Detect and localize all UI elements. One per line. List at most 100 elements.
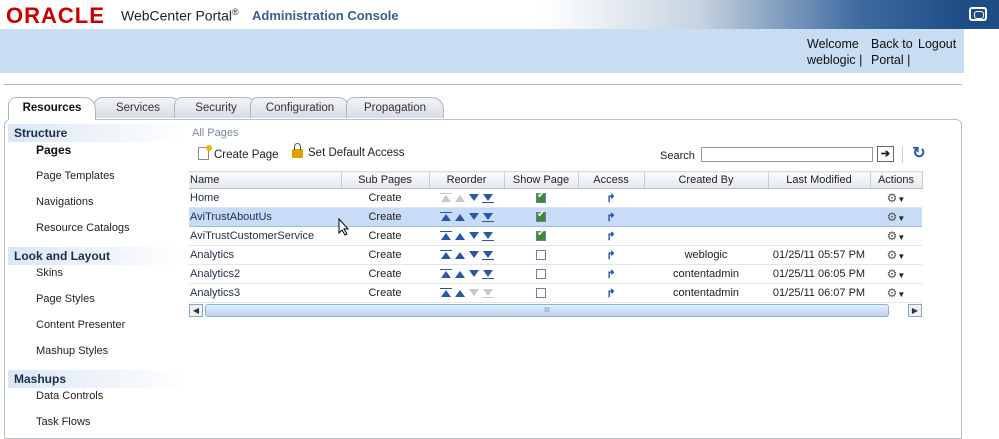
table-row[interactable]: Analytics3 Create ↱ contentadmin 01/25/1… bbox=[189, 283, 922, 303]
show-page-checkbox[interactable] bbox=[536, 269, 546, 280]
table-row[interactable]: AviTrustAboutUs Create ↱ ⚙▼ bbox=[189, 207, 922, 227]
set-default-access-button[interactable]: Set Default Access bbox=[292, 143, 405, 159]
access-arrow-icon[interactable]: ↱ bbox=[606, 193, 615, 205]
show-page-checkbox[interactable] bbox=[536, 209, 546, 223]
chevron-down-icon: ▼ bbox=[897, 214, 906, 223]
actions-menu[interactable]: ⚙▼ bbox=[870, 188, 922, 208]
nav-item-navigations[interactable]: Navigations bbox=[36, 196, 93, 208]
go-arrow-icon[interactable]: ➔ bbox=[877, 146, 894, 162]
scroll-right-button[interactable]: ▶ bbox=[908, 304, 922, 317]
nav-item-content-presenter[interactable]: Content Presenter bbox=[36, 319, 125, 331]
tab-resources[interactable]: Resources bbox=[8, 97, 96, 120]
last-modified bbox=[768, 207, 870, 227]
column-header-created-by[interactable]: Created By bbox=[644, 171, 769, 189]
column-header-actions[interactable]: Actions bbox=[870, 171, 923, 189]
access-arrow-icon[interactable]: ↱ bbox=[606, 231, 615, 243]
actions-menu[interactable]: ⚙▼ bbox=[870, 283, 922, 303]
logout-link[interactable]: Logout bbox=[918, 36, 956, 52]
tab-security[interactable]: Security bbox=[174, 97, 258, 118]
move-bottom-icon[interactable] bbox=[481, 250, 494, 261]
nav-item-page-templates[interactable]: Page Templates bbox=[36, 170, 115, 182]
move-top-icon[interactable] bbox=[439, 231, 452, 241]
move-down-icon[interactable] bbox=[468, 250, 480, 260]
page-name[interactable]: Analytics bbox=[189, 245, 341, 265]
scroll-left-button[interactable]: ◀ bbox=[189, 304, 203, 317]
page-name[interactable]: Home bbox=[189, 188, 341, 208]
actions-menu[interactable]: ⚙▼ bbox=[870, 245, 922, 265]
page-name[interactable]: Analytics3 bbox=[189, 283, 341, 303]
show-page-checkbox[interactable] bbox=[536, 228, 546, 242]
create-subpage-link[interactable]: Create bbox=[341, 188, 429, 208]
move-down-icon[interactable] bbox=[468, 269, 480, 279]
column-header-sub-pages[interactable]: Sub Pages bbox=[341, 171, 430, 189]
create-subpage-link[interactable]: Create bbox=[341, 264, 429, 284]
scrollbar-thumb[interactable]: III bbox=[205, 304, 889, 317]
nav-item-skins[interactable]: Skins bbox=[36, 267, 63, 279]
create-subpage-link[interactable]: Create bbox=[341, 283, 429, 303]
created-by: weblogic bbox=[644, 245, 768, 265]
reorder-controls bbox=[429, 283, 504, 303]
tab-services[interactable]: Services bbox=[94, 97, 182, 118]
nav-item-data-controls[interactable]: Data Controls bbox=[36, 390, 103, 402]
column-header-show-page[interactable]: Show Page bbox=[504, 171, 579, 189]
create-subpage-link[interactable]: Create bbox=[341, 226, 429, 246]
access-arrow-icon[interactable]: ↱ bbox=[606, 212, 615, 224]
show-page-checkbox[interactable] bbox=[536, 288, 546, 299]
move-down-icon[interactable] bbox=[468, 212, 480, 222]
move-bottom-icon[interactable] bbox=[481, 193, 494, 204]
move-top-icon[interactable] bbox=[439, 250, 452, 260]
actions-menu[interactable]: ⚙▼ bbox=[870, 264, 922, 284]
table-row[interactable]: Home Create ↱ ⚙▼ bbox=[189, 188, 922, 208]
move-up-icon[interactable] bbox=[454, 212, 466, 222]
access-arrow-icon[interactable]: ↱ bbox=[606, 288, 615, 300]
search-input[interactable] bbox=[701, 147, 873, 162]
nav-item-resource-catalogs[interactable]: Resource Catalogs bbox=[36, 222, 130, 234]
move-top-icon[interactable] bbox=[439, 269, 452, 279]
create-subpage-link[interactable]: Create bbox=[341, 245, 429, 265]
move-bottom-icon[interactable] bbox=[481, 231, 494, 242]
column-header-reorder[interactable]: Reorder bbox=[429, 171, 505, 189]
page-name[interactable]: Analytics2 bbox=[189, 264, 341, 284]
column-header-last-modified[interactable]: Last Modified bbox=[768, 171, 871, 189]
move-top-icon[interactable] bbox=[439, 288, 452, 298]
last-modified bbox=[768, 226, 870, 246]
move-up-icon[interactable] bbox=[454, 250, 466, 260]
nav-item-pages[interactable]: Pages bbox=[36, 143, 71, 157]
page-name[interactable]: AviTrustAboutUs bbox=[189, 207, 341, 227]
page-name[interactable]: AviTrustCustomerService bbox=[189, 226, 341, 246]
create-subpage-link[interactable]: Create bbox=[341, 207, 429, 227]
actions-menu[interactable]: ⚙▼ bbox=[870, 226, 922, 246]
move-up-icon[interactable] bbox=[454, 269, 466, 279]
reorder-controls bbox=[429, 207, 504, 227]
show-page-checkbox[interactable] bbox=[536, 250, 546, 261]
move-down-icon[interactable] bbox=[468, 231, 480, 241]
created-by: contentadmin bbox=[644, 283, 768, 303]
actions-menu[interactable]: ⚙▼ bbox=[870, 207, 922, 227]
table-row[interactable]: AviTrustCustomerService Create ↱ ⚙▼ bbox=[189, 226, 922, 246]
create-page-button[interactable]: Create Page bbox=[198, 145, 279, 161]
column-header-name[interactable]: Name bbox=[189, 171, 342, 189]
refresh-icon[interactable]: ↻ bbox=[910, 145, 928, 163]
table-row[interactable]: Analytics Create ↱ weblogic 01/25/11 05:… bbox=[189, 245, 922, 265]
access-cell: ↱ bbox=[578, 226, 644, 246]
table-row[interactable]: Analytics2 Create ↱ contentadmin 01/25/1… bbox=[189, 264, 922, 284]
move-up-icon[interactable] bbox=[454, 231, 466, 241]
column-header-access[interactable]: Access bbox=[578, 171, 645, 189]
move-up-icon[interactable] bbox=[454, 288, 466, 298]
horizontal-scrollbar[interactable]: ◀ III ▶ bbox=[189, 303, 922, 319]
nav-item-mashup-styles[interactable]: Mashup Styles bbox=[36, 345, 108, 357]
move-bottom-icon[interactable] bbox=[481, 269, 494, 280]
move-bottom-icon[interactable] bbox=[481, 212, 494, 223]
show-page-checkbox[interactable] bbox=[536, 190, 546, 204]
nav-item-task-flows[interactable]: Task Flows bbox=[36, 416, 90, 428]
move-top-icon[interactable] bbox=[439, 212, 452, 222]
reorder-controls bbox=[429, 245, 504, 265]
nav-item-page-styles[interactable]: Page Styles bbox=[36, 293, 95, 305]
access-arrow-icon[interactable]: ↱ bbox=[606, 250, 615, 262]
tab-configuration[interactable]: Configuration bbox=[250, 97, 350, 118]
tab-propagation[interactable]: Propagation bbox=[346, 97, 444, 118]
gear-icon: ⚙ bbox=[886, 267, 898, 281]
back-to-portal-link[interactable]: Back to Portal | bbox=[871, 36, 913, 68]
move-down-icon[interactable] bbox=[468, 193, 480, 203]
access-arrow-icon[interactable]: ↱ bbox=[606, 269, 615, 281]
